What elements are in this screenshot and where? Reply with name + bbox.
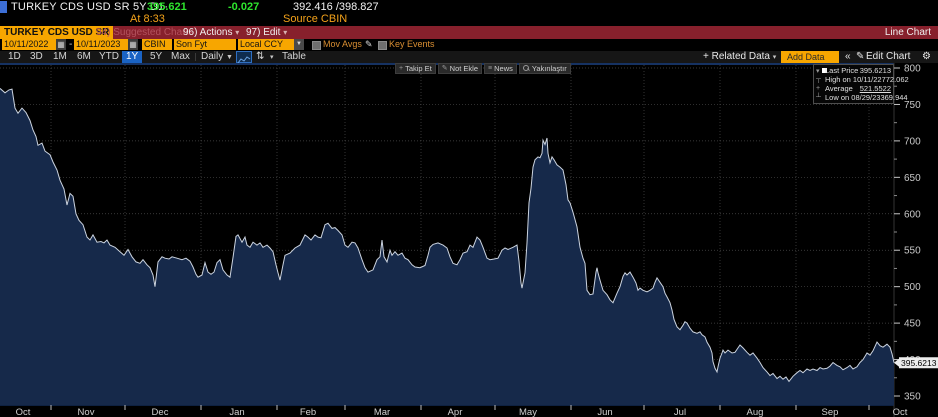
pencil-icon: ✎ (442, 64, 448, 73)
svg-text:May: May (519, 407, 537, 417)
panel-indicator-icon (0, 1, 7, 13)
svg-text:Oct: Oct (893, 407, 908, 417)
list-icon: ≡ (488, 64, 492, 73)
zoom-button[interactable]: Yakınlaştır (519, 63, 571, 74)
suggested-charts-menu[interactable]: 94) Suggested Charts (96, 26, 193, 39)
svg-text:350: 350 (904, 392, 921, 403)
currency-select[interactable]: Local CCY (238, 39, 296, 50)
average-marker-icon: + (816, 85, 825, 92)
legend-average[interactable]: + Average 521.5522 (816, 84, 891, 93)
key-events-checkbox[interactable] (378, 41, 387, 50)
range-1m[interactable]: 1M (53, 51, 67, 63)
divider (195, 53, 196, 61)
svg-text:500: 500 (904, 282, 921, 293)
calendar-icon[interactable]: ▦ (128, 39, 138, 50)
chevron-down-icon: ▾ (773, 54, 777, 61)
mov-avgs-label: Mov Avgs (323, 39, 362, 50)
chart-panel: 350400450500550600650700750800OctNovDecJ… (0, 63, 938, 417)
track-button[interactable]: +Takip Et (395, 63, 436, 74)
quote-source: Source CBIN (283, 13, 347, 25)
bloomberg-terminal-window: TURKEY CDS USD SR 5Y D1· 395.621 -0.027 … (0, 0, 938, 417)
svg-text:Jun: Jun (597, 407, 612, 417)
pricing-source-input[interactable]: CBIN (142, 39, 172, 50)
date-range-dash: - (69, 39, 72, 50)
key-events-label: Key Events (389, 39, 435, 50)
plus-icon: + (399, 64, 403, 73)
svg-text:395.6213: 395.6213 (901, 358, 937, 368)
last-price: 395.621 (147, 1, 187, 13)
annotate-button[interactable]: ✎Not Ekle (438, 63, 482, 74)
date-from-input[interactable]: 10/11/2022 (2, 39, 58, 50)
range-6m[interactable]: 6M (77, 51, 91, 63)
svg-text:Sep: Sep (822, 407, 839, 417)
range-5y[interactable]: 5Y (150, 51, 162, 63)
chevron-down-icon: ▼ (226, 54, 233, 61)
price-change: -0.027 (228, 1, 259, 13)
svg-text:Jul: Jul (674, 407, 686, 417)
chart-settings-bar: 10/11/2022 ▦ - 10/11/2023 ▦ CBIN Son Fyt… (0, 39, 938, 51)
quote-time: At 8:33 (130, 13, 165, 25)
chevron-down-icon[interactable]: ▼ (294, 39, 304, 50)
collapse-icon[interactable]: « (845, 51, 851, 63)
chart-plot-area[interactable]: 350400450500550600650700750800OctNovDecJ… (0, 63, 938, 417)
svg-text:Nov: Nov (78, 407, 95, 417)
svg-text:650: 650 (904, 173, 921, 184)
menu-bar: TURKEY CDS USD SR 94) Suggested Charts 9… (0, 26, 938, 39)
edit-chart-button[interactable]: Edit Chart (866, 51, 910, 63)
svg-text:Dec: Dec (152, 407, 169, 417)
sort-updown-button[interactable]: ⇅ (256, 51, 264, 63)
legend-caret-icon: ▾ (816, 67, 825, 75)
svg-text:700: 700 (904, 136, 921, 147)
svg-text:Mar: Mar (374, 407, 390, 417)
svg-text:Aug: Aug (747, 407, 764, 417)
svg-text:Oct: Oct (16, 407, 31, 417)
chevron-down-icon: ▾ (283, 28, 287, 37)
gear-icon[interactable]: ⚙ (922, 51, 931, 63)
table-button[interactable]: Table (282, 51, 306, 63)
legend-last-price[interactable]: ▾ Last Price 395.6213 (816, 66, 891, 75)
security-title: TURKEY CDS USD SR 5Y D1· (11, 1, 168, 13)
mov-avgs-checkbox[interactable] (312, 41, 321, 50)
chevron-down-icon: ▾ (235, 28, 239, 37)
date-to-input[interactable]: 10/11/2023 (74, 39, 130, 50)
pencil-icon[interactable]: ✎ (365, 39, 373, 50)
svg-text:600: 600 (904, 209, 921, 220)
bid-ask: 392.416 /398.827 (293, 1, 379, 13)
news-button[interactable]: ≡News (484, 63, 517, 74)
range-ytd[interactable]: YTD (99, 51, 119, 63)
chart-tools: +Takip Et ✎Not Ekle ≡News Yakınlaştır (395, 63, 571, 74)
range-1y-selected[interactable]: 1Y (122, 51, 142, 63)
svg-text:Jan: Jan (229, 407, 244, 417)
range-max[interactable]: Max (171, 51, 190, 63)
add-data-input[interactable]: Add Data (781, 51, 839, 63)
calendar-icon[interactable]: ▦ (56, 39, 66, 50)
magnifier-icon (523, 65, 530, 72)
svg-text:800: 800 (904, 64, 921, 75)
legend-high[interactable]: ┬ High on 10/11/22 772.062 (816, 75, 891, 84)
svg-text:Apr: Apr (448, 407, 463, 417)
svg-text:Feb: Feb (300, 407, 316, 417)
range-3d[interactable]: 3D (30, 51, 43, 63)
low-marker-icon: ┴ (816, 94, 825, 101)
quote-header: TURKEY CDS USD SR 5Y D1· 395.621 -0.027 … (0, 0, 938, 26)
line-chart-type-button[interactable] (236, 51, 252, 63)
actions-menu[interactable]: 96) Actions ▾ (183, 26, 239, 39)
svg-text:450: 450 (904, 319, 921, 330)
price-field-input[interactable]: Son Fyt (174, 39, 236, 50)
chart-type-label: Line Chart (885, 26, 931, 39)
pencil-icon: ✎ (856, 51, 864, 63)
high-marker-icon: ┬ (816, 76, 825, 83)
chart-legend: ▾ Last Price 395.6213 ┬ High on 10/11/22… (813, 64, 894, 104)
range-1d[interactable]: 1D (8, 51, 21, 63)
legend-low[interactable]: ┴ Low on 08/29/23 369.944 (816, 93, 891, 102)
edit-menu[interactable]: 97) Edit ▾ (246, 26, 287, 39)
svg-text:550: 550 (904, 246, 921, 257)
